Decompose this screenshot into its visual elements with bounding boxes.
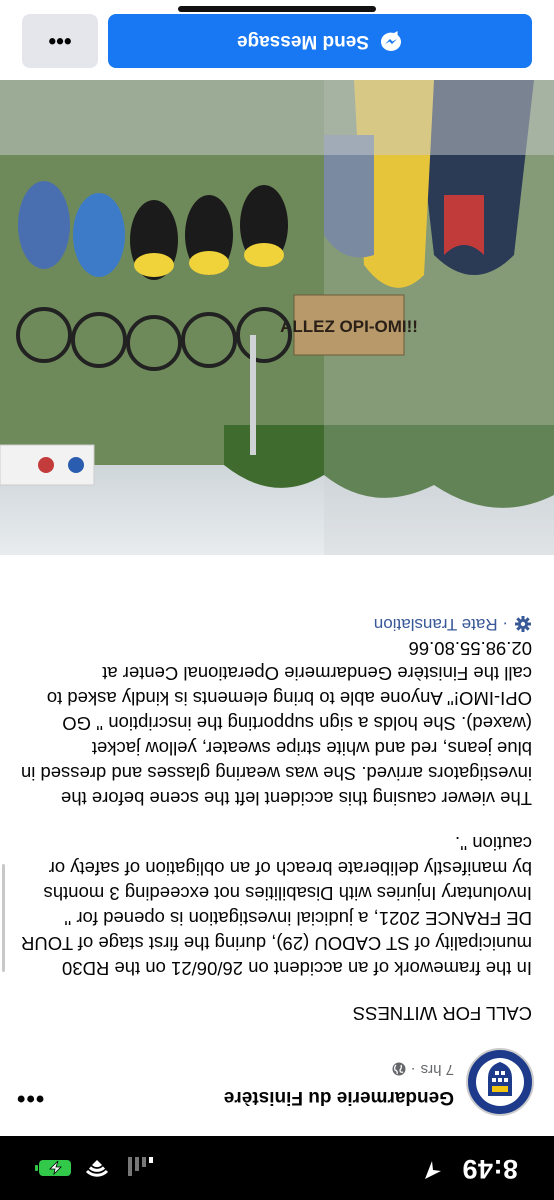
scrollbar[interactable] (2, 864, 5, 972)
rotated-screen: 8:49 Gendarmerie du Finistère 7 hrs · ••… (0, 0, 554, 1200)
post-options-button[interactable]: ••• (16, 1084, 44, 1112)
bottom-action-bar: Send Message ••• (0, 0, 554, 80)
signal-icon (128, 1157, 153, 1176)
rate-translation-label: · Rate Translation (373, 615, 508, 634)
status-bar: 8:49 (0, 1136, 554, 1200)
post-paragraph: In the framework of an accident on 26/06… (21, 833, 532, 979)
rate-translation-link[interactable]: · Rate Translation (374, 614, 532, 634)
wifi-icon (85, 1160, 109, 1177)
post-text: CALL FOR WITNESS In the framework of an … (20, 616, 532, 1026)
status-time: 8:49 (461, 1154, 518, 1184)
post-header: Gendarmerie du Finistère 7 hrs · ••• (0, 1026, 554, 1136)
messenger-icon (381, 31, 401, 51)
battery-charging-icon (35, 1160, 71, 1176)
gear-icon (515, 616, 531, 632)
send-message-button[interactable]: Send Message (108, 14, 532, 68)
avatar[interactable] (466, 1048, 534, 1116)
post-paragraph: CALL FOR WITNESS (352, 1003, 532, 1024)
globe-icon (392, 1063, 406, 1076)
post-photo[interactable]: ALLEZ OPI-OMI!! (0, 80, 554, 555)
gendarmerie-crest-icon (470, 1052, 530, 1112)
page-name[interactable]: Gendarmerie du Finistère (224, 1086, 454, 1108)
sign-text: ALLEZ OPI-OMI!! (280, 317, 418, 336)
send-message-label: Send Message (237, 31, 369, 52)
post-paragraph: The viewer causing this accident left th… (20, 638, 532, 809)
post-time[interactable]: 7 hrs (421, 1061, 454, 1078)
home-indicator[interactable] (178, 6, 376, 12)
more-options-button[interactable]: ••• (22, 14, 98, 68)
post-meta: 7 hrs · (392, 1061, 454, 1078)
meta-separator: · (410, 1061, 416, 1078)
cycling-race-photo: ALLEZ OPI-OMI!! (0, 80, 554, 555)
location-arrow-icon (425, 1161, 441, 1179)
